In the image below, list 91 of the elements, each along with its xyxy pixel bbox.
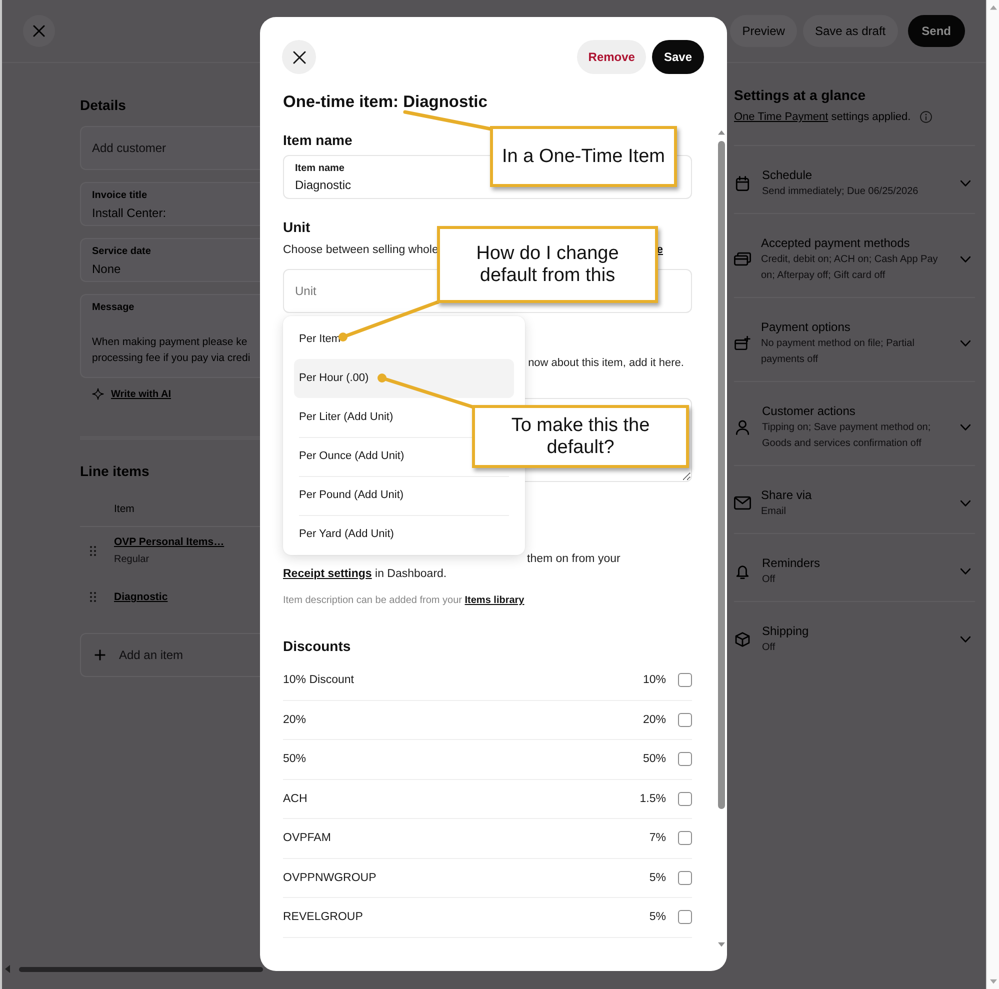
credit-cards-icon <box>734 252 751 266</box>
checkbox[interactable] <box>678 712 692 727</box>
drag-handle-icon[interactable] <box>90 546 96 556</box>
dialog-title: One-time item: Diagnostic <box>283 92 488 113</box>
setting-title: Shipping <box>762 623 809 640</box>
calendar-icon <box>735 176 750 190</box>
checkbox[interactable] <box>678 910 692 924</box>
dropdown-option[interactable]: Per Pound (Add Unit) <box>294 476 514 514</box>
chevron-down-icon[interactable] <box>960 256 971 262</box>
setting-summary: Credit, debit on; ACH on; Cash App Pay on; Afterpay off; Gift card off <box>761 253 938 283</box>
dropdown-option[interactable]: Per Hour (.00) <box>294 358 514 398</box>
discount-amount: 5% <box>649 872 666 884</box>
chevron-down-icon[interactable] <box>960 636 971 642</box>
chevron-down-icon[interactable] <box>960 424 971 430</box>
library-note: Item description can be added from your Items library <box>283 594 526 608</box>
description-hint: now about this item, add it here. <box>528 356 684 371</box>
chevron-down-icon[interactable] <box>960 500 971 506</box>
discount-amount: 1.5% <box>640 792 666 805</box>
info-icon[interactable] <box>920 111 932 123</box>
discount-name: REVELGROUP <box>283 911 363 924</box>
save-button[interactable]: Save <box>652 40 704 74</box>
send-button[interactable]: Send <box>908 15 965 47</box>
plus-icon <box>94 649 106 661</box>
dropdown-option[interactable]: Per Item <box>294 320 514 358</box>
dropdown-option[interactable]: Per Yard (Add Unit) <box>294 514 514 554</box>
section-heading: Settings at a glance <box>734 86 866 104</box>
box-icon <box>735 632 750 646</box>
discount-name: 50% <box>283 753 306 766</box>
scroll-left-icon[interactable] <box>5 965 10 973</box>
setting-summary: Tipping on; Save payment method on; Goods and services confirmation off <box>762 421 931 451</box>
section-heading: Details <box>80 96 126 114</box>
field-heading: Item name <box>283 131 352 149</box>
close-icon <box>292 50 306 64</box>
card-plus-icon <box>734 336 751 350</box>
checkbox[interactable] <box>678 831 692 846</box>
unit-description: Choose between selling whole <box>283 243 438 258</box>
discount-amount: 50% <box>642 753 666 766</box>
discount-name: OVPFAM <box>283 832 331 844</box>
setting-summary: Send immediately; Due 06/25/2026 <box>762 185 918 199</box>
setting-title: Share via <box>761 487 812 504</box>
settings-applied-text: One Time Payment settings applied. <box>734 110 911 125</box>
scrollbar-thumb[interactable] <box>718 141 724 809</box>
discount-name: OVPPNWGROUP <box>283 872 376 884</box>
discount-amount: 5% <box>649 911 666 924</box>
scrollbar-thumb[interactable] <box>19 966 263 972</box>
remove-button[interactable]: Remove <box>577 40 646 74</box>
setting-summary: No payment method on file; Partial payments off <box>761 337 914 367</box>
discount-amount: 20% <box>642 714 666 726</box>
discount-name: 20% <box>283 714 306 726</box>
customer-field[interactable]: Add customer <box>80 126 260 170</box>
setting-title: Payment options <box>761 319 850 336</box>
discount-amount: 7% <box>649 832 666 844</box>
chevron-down-icon[interactable] <box>960 180 971 186</box>
scroll-up-icon[interactable] <box>990 5 996 10</box>
chevron-down-icon[interactable] <box>960 340 971 346</box>
setting-summary: Off <box>762 641 776 655</box>
checkbox[interactable] <box>678 752 692 766</box>
item-subtitle: Regular <box>114 553 150 567</box>
items-library-link[interactable]: Items library <box>464 595 524 606</box>
checkbox[interactable] <box>678 870 692 885</box>
checkbox[interactable] <box>678 792 692 806</box>
person-icon <box>735 420 750 434</box>
sparkle-icon <box>92 388 104 400</box>
envelope-icon <box>734 496 751 510</box>
close-icon <box>33 25 45 37</box>
setting-title: Customer actions <box>762 403 856 420</box>
checkbox[interactable] <box>678 673 692 688</box>
callout-tooltip: In a One-Time Item <box>490 126 677 187</box>
field-heading: Discounts <box>283 637 351 655</box>
callout-tooltip: To make this the default? <box>472 405 689 468</box>
section-heading: Line items <box>80 462 150 480</box>
bell-icon <box>735 564 750 578</box>
setting-summary: Off <box>762 573 776 587</box>
setting-title: Accepted payment methods <box>761 235 910 252</box>
drag-handle-icon[interactable] <box>90 592 96 602</box>
chevron-down-icon[interactable] <box>960 568 971 574</box>
discount-name: 10% Discount <box>283 674 354 686</box>
discount-amount: 10% <box>642 674 666 686</box>
vertical-scrollbar[interactable] <box>986 0 999 989</box>
setting-title: Reminders <box>762 555 820 572</box>
setting-summary: Email <box>761 505 786 519</box>
scroll-down-icon[interactable] <box>990 979 996 984</box>
receipt-settings-link[interactable]: Receipt settings <box>283 568 372 580</box>
callout-tooltip: How do I change default from this <box>437 226 658 303</box>
discount-name: ACH <box>283 792 308 805</box>
receipt-note: them on from your Receipt settings in Dashboard. <box>283 552 622 582</box>
scroll-down-icon[interactable] <box>718 942 724 947</box>
scroll-up-icon[interactable] <box>718 130 724 135</box>
close-button[interactable] <box>282 40 316 74</box>
field-heading: Unit <box>283 218 310 236</box>
setting-title: Schedule <box>762 167 812 184</box>
